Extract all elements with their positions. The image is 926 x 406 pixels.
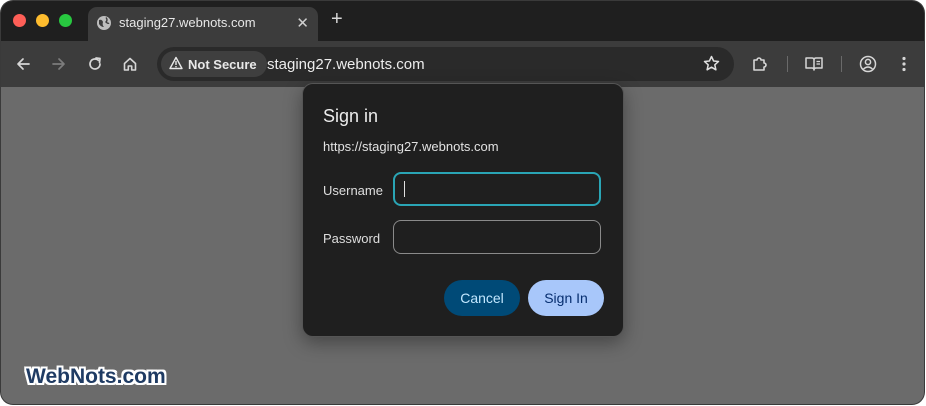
password-label: Password <box>323 231 381 246</box>
reload-icon[interactable] <box>84 53 106 75</box>
toolbar: Not Secure staging27.webnots.com <box>1 41 924 87</box>
toolbar-divider <box>841 56 842 72</box>
globe-icon <box>96 15 112 31</box>
star-icon[interactable] <box>703 55 720 77</box>
sign-in-button[interactable]: Sign In <box>528 280 604 316</box>
omnibox[interactable]: Not Secure staging27.webnots.com <box>157 47 734 81</box>
text-caret <box>404 181 405 197</box>
security-label: Not Secure <box>188 56 257 72</box>
username-label: Username <box>323 183 383 198</box>
url-text[interactable]: staging27.webnots.com <box>267 56 425 73</box>
password-field[interactable] <box>393 220 601 254</box>
forward-icon[interactable] <box>48 53 70 75</box>
maximize-window-button[interactable] <box>59 14 72 27</box>
cancel-button[interactable]: Cancel <box>444 280 520 316</box>
menu-icon[interactable] <box>893 53 915 75</box>
close-icon[interactable]: ✕ <box>296 14 309 32</box>
home-icon[interactable] <box>119 53 141 75</box>
sign-in-dialog: Sign in https://staging27.webnots.com Us… <box>302 83 624 337</box>
dialog-title: Sign in <box>323 106 379 126</box>
watermark-logo: WebNots.com <box>26 365 166 388</box>
minimize-window-button[interactable] <box>36 14 49 27</box>
security-chip[interactable]: Not Secure <box>161 51 267 77</box>
plus-icon[interactable]: + <box>331 9 343 29</box>
dialog-origin: https://staging27.webnots.com <box>323 139 499 154</box>
reading-mode-icon[interactable] <box>803 53 825 75</box>
tab-title: staging27.webnots.com <box>119 15 256 30</box>
warning-icon <box>169 56 183 73</box>
browser-window: staging27.webnots.com ✕ + Not Secure sta… <box>1 1 924 404</box>
profile-icon[interactable] <box>857 53 879 75</box>
toolbar-divider <box>787 56 788 72</box>
close-window-button[interactable] <box>13 14 26 27</box>
tab-strip: staging27.webnots.com ✕ + <box>1 1 924 41</box>
extensions-icon[interactable] <box>749 53 771 75</box>
back-icon[interactable] <box>12 53 34 75</box>
username-field[interactable] <box>393 172 601 206</box>
tab-active[interactable]: staging27.webnots.com ✕ <box>88 7 318 41</box>
